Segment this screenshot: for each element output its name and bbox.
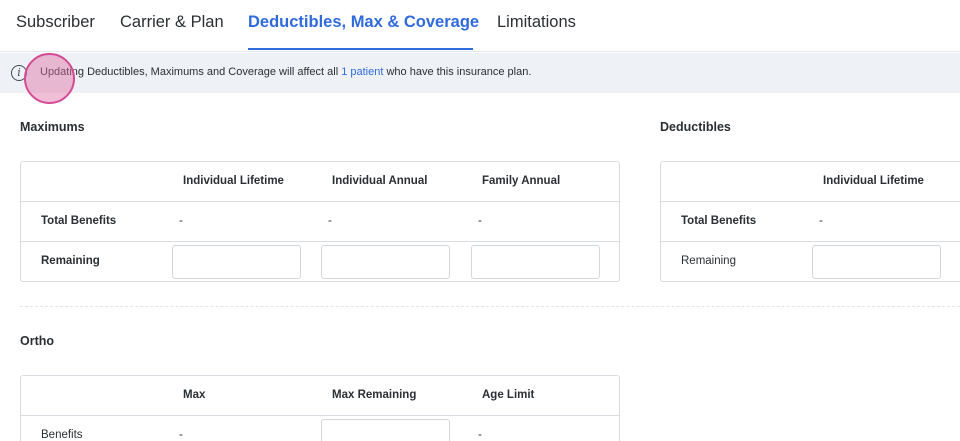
column-header: Family Annual bbox=[482, 175, 561, 187]
column-header: Age Limit bbox=[482, 389, 535, 401]
row-label: Total Benefits bbox=[41, 215, 117, 227]
ortho-table: Max Max Remaining Age Limit Benefits - - bbox=[20, 375, 620, 441]
value-max: - bbox=[179, 429, 183, 441]
column-header: Max Remaining bbox=[332, 389, 417, 401]
table-row: Benefits - - bbox=[21, 416, 619, 441]
table-header-row: Individual Lifetime Individual Annual Fa… bbox=[21, 162, 619, 202]
table-header-row: Individual Lifetime bbox=[661, 162, 960, 202]
section-divider bbox=[20, 306, 960, 307]
maximums-title: Maximums bbox=[20, 120, 85, 134]
row-label: Remaining bbox=[681, 255, 736, 267]
column-header: Max bbox=[183, 389, 206, 401]
deductible-remaining-input[interactable] bbox=[812, 245, 941, 279]
column-header: Individual Lifetime bbox=[183, 175, 284, 187]
remaining-individual-lifetime-input[interactable] bbox=[172, 245, 301, 279]
deductibles-title: Deductibles bbox=[660, 120, 731, 134]
remaining-family-annual-input[interactable] bbox=[471, 245, 600, 279]
table-row: Remaining bbox=[21, 242, 619, 281]
maximums-table: Individual Lifetime Individual Annual Fa… bbox=[20, 161, 620, 282]
banner-text-before: Updating Deductibles, Maximums and Cover… bbox=[40, 66, 342, 78]
row-label: Remaining bbox=[41, 255, 100, 267]
column-header: Individual Lifetime bbox=[823, 175, 924, 187]
tab-deductibles-max-coverage[interactable]: Deductibles, Max & Coverage bbox=[248, 13, 479, 32]
banner-message: Updating Deductibles, Maximums and Cover… bbox=[40, 66, 531, 78]
row-label: Total Benefits bbox=[681, 215, 757, 227]
ortho-title: Ortho bbox=[20, 334, 55, 348]
active-tab-indicator bbox=[248, 48, 473, 50]
table-row: Total Benefits - bbox=[661, 202, 960, 242]
patients-link[interactable]: 1 patient bbox=[341, 66, 383, 78]
table-row: Remaining bbox=[661, 242, 960, 281]
deductibles-table: Individual Lifetime Total Benefits - Rem… bbox=[660, 161, 960, 282]
max-remaining-input[interactable] bbox=[321, 419, 450, 441]
column-header: Individual Annual bbox=[332, 175, 428, 187]
tab-limitations[interactable]: Limitations bbox=[497, 13, 576, 32]
tab-subscriber[interactable]: Subscriber bbox=[16, 13, 95, 32]
info-banner: i Updating Deductibles, Maximums and Cov… bbox=[0, 53, 960, 93]
tab-carrier-plan[interactable]: Carrier & Plan bbox=[120, 13, 224, 32]
remaining-individual-annual-input[interactable] bbox=[321, 245, 450, 279]
row-label: Benefits bbox=[41, 429, 83, 441]
table-header-row: Max Max Remaining Age Limit bbox=[21, 376, 619, 416]
value-age-limit: - bbox=[478, 429, 482, 441]
banner-text-after: who have this insurance plan. bbox=[383, 66, 532, 78]
value-family-annual: - bbox=[478, 215, 482, 227]
value-individual-annual: - bbox=[328, 215, 332, 227]
table-row: Total Benefits - - - bbox=[21, 202, 619, 242]
touch-indicator bbox=[24, 53, 75, 104]
value-individual-lifetime: - bbox=[179, 215, 183, 227]
value-individual-lifetime: - bbox=[819, 215, 823, 227]
tab-bar: Subscriber Carrier & Plan Deductibles, M… bbox=[0, 0, 960, 52]
